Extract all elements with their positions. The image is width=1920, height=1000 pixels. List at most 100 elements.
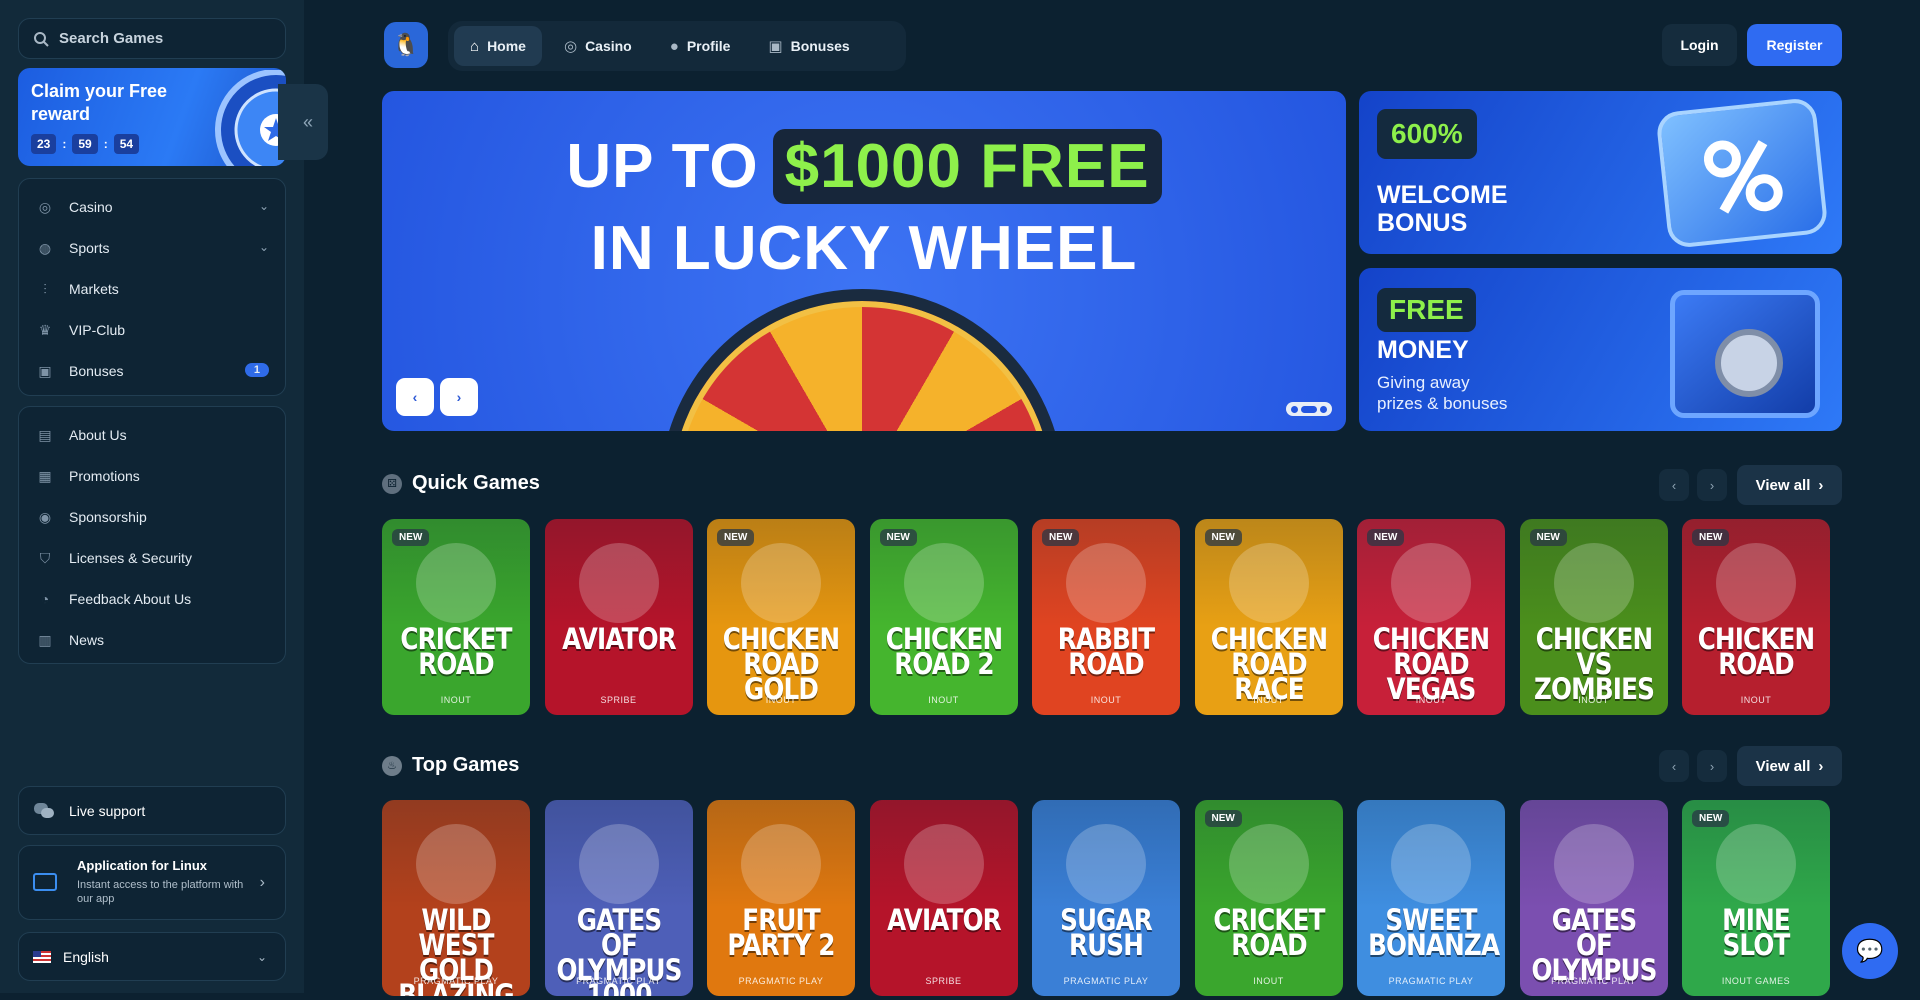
game-card[interactable]: NEW CHICKEN ROAD RACE INOUT [1194, 519, 1343, 715]
us-flag-icon [33, 950, 51, 963]
hero-headline-line2: IN LUCKY WHEEL [590, 214, 1138, 283]
sidebar-item-sponsorship[interactable]: ◉ Sponsorship [19, 497, 287, 537]
login-button[interactable]: Login [1662, 24, 1737, 66]
top-games-next-button[interactable]: › [1697, 750, 1727, 782]
game-card[interactable]: AVIATOR SPRIBE [544, 519, 693, 715]
chat-button[interactable]: 💬 [1842, 923, 1898, 979]
tab-home[interactable]: ⌂ Home [454, 26, 542, 66]
game-artwork [416, 824, 496, 904]
promo-title: MONEY [1377, 336, 1469, 364]
feedback-icon: ◔ [40, 591, 50, 607]
pagination-dot[interactable] [1300, 405, 1317, 413]
view-all-label: View all [1755, 476, 1811, 494]
top-games-header: ♨ Top Games [382, 754, 519, 777]
reward-timer: 23: 59: 54 [31, 134, 140, 154]
game-card[interactable]: NEW MINE SLOT INOUT GAMES [1682, 800, 1830, 996]
timer-seconds: 54 [113, 134, 140, 154]
top-navigation: ⌂ Home ◎ Casino ● Profile ▣ Bonuses [448, 21, 906, 71]
pagination-dot[interactable] [1320, 405, 1328, 413]
sidebar-item-sports[interactable]: ◍ Sports ⌄ [19, 228, 287, 268]
game-card[interactable]: FRUIT PARTY 2 PRAGMATIC PLAY [707, 800, 855, 996]
game-card[interactable]: WILD WEST GOLD BLAZING BOUNTYPRAGMATIC P… [382, 800, 530, 996]
percent-icon [1703, 140, 1783, 214]
game-card[interactable]: NEW CHICKEN ROAD INOUT [1682, 519, 1830, 715]
globe-icon: ◍ [38, 239, 52, 256]
chevron-right-icon: › [456, 389, 462, 405]
quick-games-next-button[interactable]: › [1697, 469, 1727, 501]
top-games-view-all[interactable]: View all › [1737, 746, 1842, 786]
game-title: CHICKEN ROAD 2 [885, 622, 1002, 681]
game-artwork [741, 543, 821, 623]
casino-chip-icon: ◎ [38, 198, 52, 215]
app-subtitle: Instant access to the platform with our … [77, 879, 244, 905]
game-card[interactable]: GATES OF OLYMPUS PRAGMATIC PLAY [1519, 800, 1668, 996]
search-bar[interactable]: Search Games [18, 18, 286, 59]
game-artwork [1553, 824, 1634, 904]
sidebar-item-casino[interactable]: ◎ Casino ⌄ [19, 187, 287, 227]
game-provider: INOUT [440, 695, 472, 705]
gift-box-image [1655, 97, 1829, 249]
game-card[interactable]: AVIATOR SPRIBE [869, 800, 1018, 996]
collapse-sidebar-button[interactable]: « [278, 84, 328, 160]
hero-pagination [1286, 402, 1332, 416]
game-title: FRUIT PARTY 2 [727, 903, 835, 962]
hero-prev-button[interactable]: ‹ [396, 378, 434, 416]
quick-games-view-all[interactable]: View all › [1737, 465, 1842, 505]
game-card[interactable]: NEW RABBIT ROAD INOUT [1032, 519, 1180, 715]
free-reward-banner[interactable]: Claim your Free reward 23: 59: 54 [18, 68, 286, 166]
chevron-down-icon: ⌄ [256, 950, 267, 964]
chevron-right-icon: › [1709, 477, 1715, 493]
tab-profile[interactable]: ● Profile [654, 26, 747, 66]
chevron-left-icon: ‹ [412, 389, 418, 405]
live-support-label: Live support [69, 802, 146, 819]
tab-label: Home [487, 38, 526, 54]
game-provider: INOUT GAMES [1721, 976, 1791, 986]
game-title: MINE SLOT [1722, 903, 1791, 962]
sidebar-item-about-us[interactable]: ▤ About Us [19, 415, 287, 455]
promo-subtitle-line: prizes & bonuses [1377, 394, 1508, 413]
free-money-banner[interactable]: FREE MONEY Giving away prizes & bonuses [1359, 268, 1842, 431]
game-card[interactable]: NEW CHICKEN ROAD VEGAS INOUT [1357, 519, 1505, 715]
quick-games-row: NEW CRICKET ROAD INOUT AVIATOR SPRIBE NEW CHIC… [382, 519, 1842, 719]
sidebar-item-news[interactable]: ▥ News [19, 620, 287, 660]
game-card[interactable]: NEW CHICKEN ROAD GOLD INOUT [707, 519, 855, 715]
sidebar-item-promotions[interactable]: ▦ Promotions [19, 456, 287, 496]
search-input[interactable]: Search Games [59, 30, 163, 47]
game-card[interactable]: GATES OF OLYMPUS 1000 PRAGMATIC PLAY [544, 800, 693, 996]
sidebar-item-markets[interactable]: ⫶ Markets [19, 269, 287, 309]
site-logo[interactable]: 🐧 [384, 22, 428, 68]
game-card[interactable]: NEW CRICKET ROAD INOUT [1194, 800, 1343, 996]
sidebar-item-feedback-about-us[interactable]: ◔ Feedback About Us [19, 579, 287, 619]
reward-title: Claim your Free reward [31, 81, 168, 124]
hero-next-button[interactable]: › [440, 378, 478, 416]
game-card[interactable]: SWEET BONANZA PRAGMATIC PLAY [1357, 800, 1505, 996]
quick-games-prev-button[interactable]: ‹ [1659, 469, 1689, 501]
game-title: AVIATOR [886, 903, 1001, 937]
game-artwork [741, 824, 821, 904]
live-support-button[interactable]: Live support [18, 786, 286, 835]
game-artwork [1391, 543, 1471, 623]
game-card[interactable]: NEW CRICKET ROAD INOUT [382, 519, 530, 715]
game-card[interactable]: NEW CHICKEN ROAD 2 INOUT [869, 519, 1018, 715]
game-card[interactable]: SUGAR RUSH PRAGMATIC PLAY [1032, 800, 1180, 996]
timer-minutes: 59 [72, 134, 98, 154]
top-games-prev-button[interactable]: ‹ [1659, 750, 1689, 782]
sidebar-item-vip-club[interactable]: ♛ VIP-Club [19, 310, 287, 350]
linux-app-card[interactable]: Application for Linux Instant access to … [18, 845, 286, 920]
sidebar-item-licenses-security[interactable]: ⛉ Licenses & Security [19, 538, 287, 578]
tab-bonuses[interactable]: ▣ Bonuses [752, 26, 865, 66]
language-selector[interactable]: English ⌄ [18, 932, 286, 981]
new-badge: NEW [1367, 529, 1405, 546]
tab-casino[interactable]: ◎ Casino [548, 26, 648, 66]
welcome-bonus-banner[interactable]: 600% WELCOME BONUS [1359, 91, 1842, 254]
game-card[interactable]: NEW CHICKEN VS ZOMBIES INOUT [1519, 519, 1668, 715]
game-artwork [1391, 824, 1471, 904]
user-icon: ● [669, 37, 679, 55]
new-badge: NEW [392, 529, 430, 546]
pagination-dot[interactable] [1290, 405, 1298, 413]
game-artwork [1716, 543, 1796, 623]
sidebar-item-bonuses[interactable]: ▣ Bonuses 1 [19, 351, 287, 391]
game-provider: INOUT [1253, 976, 1284, 986]
hero-banner[interactable]: UP TO $1000 FREE IN LUCKY WHEEL ‹ › [382, 91, 1346, 431]
register-button[interactable]: Register [1747, 24, 1842, 66]
